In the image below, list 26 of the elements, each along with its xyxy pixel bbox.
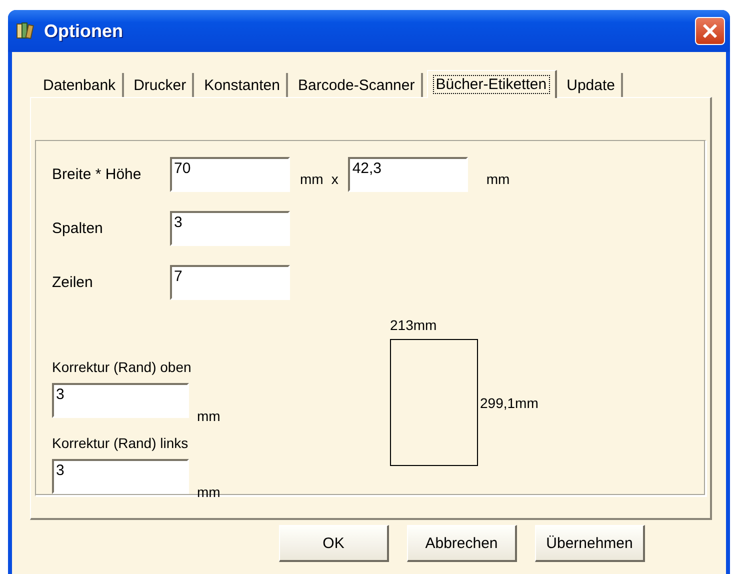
field-label: Korrektur (Rand) links — [52, 435, 190, 451]
input-field[interactable]: 3 — [170, 211, 290, 246]
window-title: Optionen — [44, 20, 124, 42]
input-field[interactable]: 7 — [170, 265, 290, 300]
field-label: Breite * Höhe — [52, 166, 142, 183]
dialog-button[interactable]: Übernehmen — [535, 525, 645, 562]
input-field[interactable]: 3 — [52, 383, 189, 418]
app-icon — [14, 20, 36, 42]
times-sign: x — [331, 170, 338, 186]
field-label: Korrektur (Rand) oben — [52, 359, 192, 375]
width-label: 213mm — [390, 317, 438, 333]
close-button[interactable] — [695, 17, 725, 45]
tab[interactable]: Bücher-Etiketten — [426, 70, 557, 98]
input-field[interactable]: 42,3 — [348, 157, 468, 192]
input-field[interactable]: 3 — [52, 459, 189, 494]
close-icon — [702, 23, 718, 39]
unit-label: mm — [197, 484, 220, 500]
field-label: Spalten — [52, 220, 104, 237]
unit-label: mm — [197, 408, 220, 424]
height-label: 299,1mm — [480, 394, 538, 410]
unit-label: mm — [486, 170, 510, 186]
field-label: Zeilen — [52, 274, 94, 291]
dialog-button[interactable]: OK — [279, 525, 389, 562]
dialog-button[interactable]: Abbrechen — [407, 525, 517, 562]
input-field[interactable]: 70 — [170, 157, 290, 192]
unit-label: mm — [300, 170, 324, 186]
